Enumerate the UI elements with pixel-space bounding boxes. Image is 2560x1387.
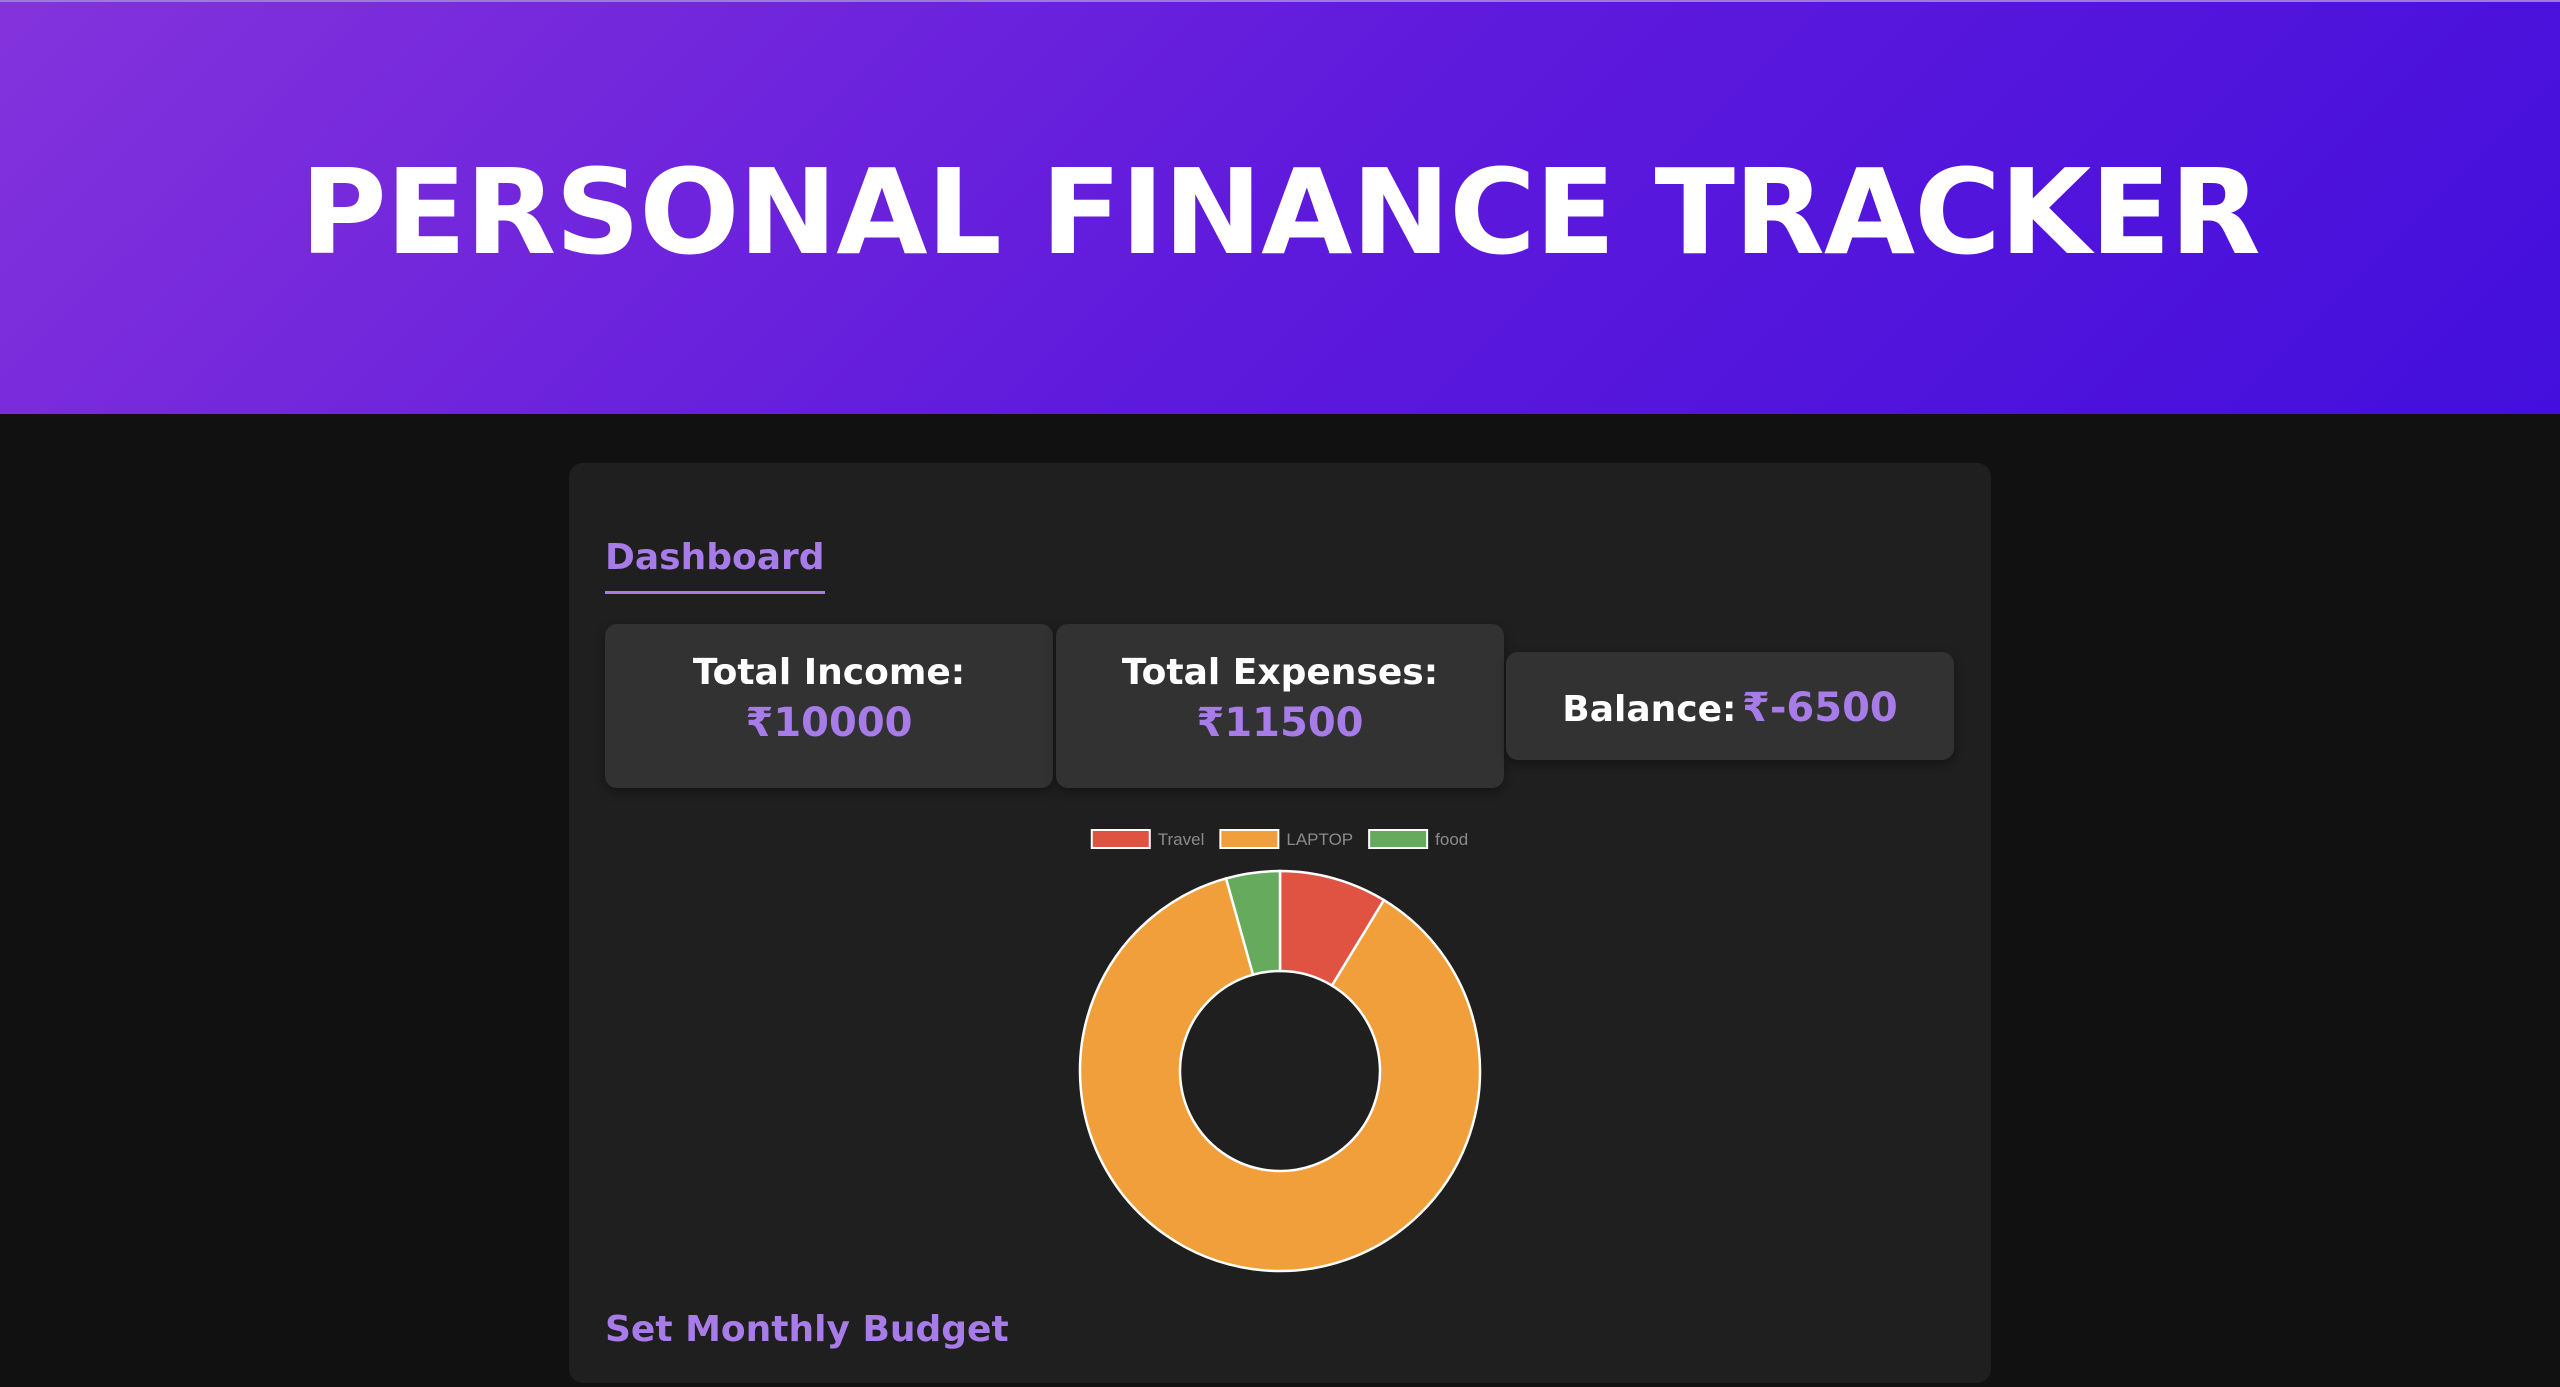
chart-legend: Travel LAPTOP food — [1090, 829, 1468, 849]
set-budget-heading: Set Monthly Budget — [605, 1309, 1009, 1350]
app-title: PERSONAL FINANCE TRACKER — [300, 143, 2260, 281]
expense-chart-area: Travel LAPTOP food — [569, 463, 1991, 1383]
expense-doughnut-chart: Travel LAPTOP food — [1078, 829, 1482, 1273]
legend-swatch-food[interactable] — [1368, 829, 1429, 849]
legend-label-laptop[interactable]: LAPTOP — [1286, 830, 1353, 849]
legend-swatch-laptop[interactable] — [1219, 829, 1280, 849]
app-header: PERSONAL FINANCE TRACKER — [0, 0, 2560, 414]
legend-swatch-travel[interactable] — [1090, 829, 1151, 849]
dashboard-panel: Dashboard Total Income: ₹10000 Total Exp… — [569, 463, 1991, 1383]
legend-label-food[interactable]: food — [1435, 830, 1468, 849]
chart-slices — [1078, 869, 1482, 1273]
legend-label-travel[interactable]: Travel — [1158, 830, 1205, 849]
